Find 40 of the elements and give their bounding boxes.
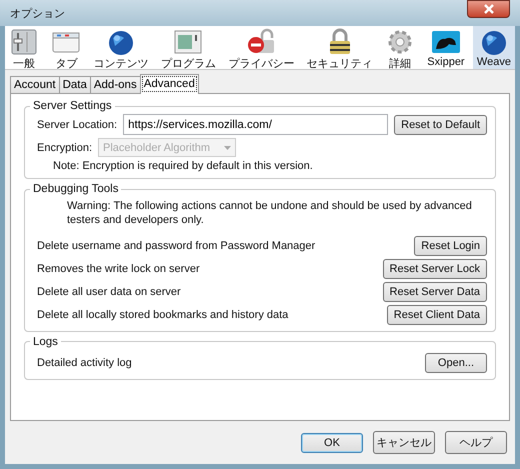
close-icon: [482, 4, 496, 14]
note-text: Note: Encryption is required by default in this version.: [52, 160, 314, 172]
reset-button[interactable]: Reset Client Data: [386, 304, 487, 325]
group-title: Logs: [32, 336, 59, 348]
toolbar-button[interactable]: プログラム: [156, 26, 220, 69]
action-description: Removes the write lock on server: [37, 262, 200, 275]
group-title: Debugging Tools: [32, 183, 120, 195]
toolbar-button[interactable]: Weave: [472, 26, 515, 69]
log-description: Detailed activity log: [37, 356, 132, 369]
field-label: Server Location:: [37, 118, 118, 130]
group-title: Server Settings: [32, 100, 113, 112]
tab[interactable]: Data: [58, 76, 91, 93]
window-title: オプション: [10, 6, 65, 20]
dialog-button[interactable]: OK: [301, 432, 363, 452]
close-button[interactable]: [467, 0, 510, 18]
reset-button[interactable]: Reset Login: [414, 236, 487, 256]
tab[interactable]: Advanced: [140, 74, 199, 94]
server-location-field[interactable]: https://services.mozilla.com/: [123, 114, 388, 135]
reset-button[interactable]: Reset Server Data: [382, 282, 487, 302]
dialog-button[interactable]: キャンセル: [373, 431, 435, 454]
reset-button[interactable]: Reset Server Lock: [382, 258, 487, 279]
action-description: Delete all locally stored bookmarks and history data: [37, 308, 288, 321]
action-description: Delete username and password from Password Manager: [37, 240, 316, 252]
document-icon: [173, 28, 204, 56]
toolbar-button[interactable]: 詳細: [380, 26, 419, 69]
toolbar-button[interactable]: タブ: [47, 26, 86, 69]
warning-text: Warning: The following actions cannot be undone and should be used by advanced testers and developers only.: [66, 199, 473, 228]
field-label: Encryption:: [37, 142, 92, 154]
dialog-button[interactable]: ヘルプ: [445, 431, 507, 454]
tab[interactable]: Add-ons: [90, 76, 141, 93]
toolbar-button[interactable]: 一般: [5, 26, 43, 69]
caret-icon: [224, 146, 232, 150]
toolbar-button[interactable]: プライバシー: [224, 26, 298, 69]
tab[interactable]: Account: [10, 76, 60, 93]
open-button[interactable]: Open...: [424, 352, 487, 373]
action-description: Delete all user data on server: [37, 286, 181, 298]
toolbar-button[interactable]: セキュリティ: [302, 26, 377, 69]
toolbar-button[interactable]: Sxipper: [423, 26, 469, 69]
reset-to-default-button[interactable]: Reset to Default: [394, 114, 487, 134]
toolbar-button[interactable]: コンテンツ: [90, 26, 153, 69]
